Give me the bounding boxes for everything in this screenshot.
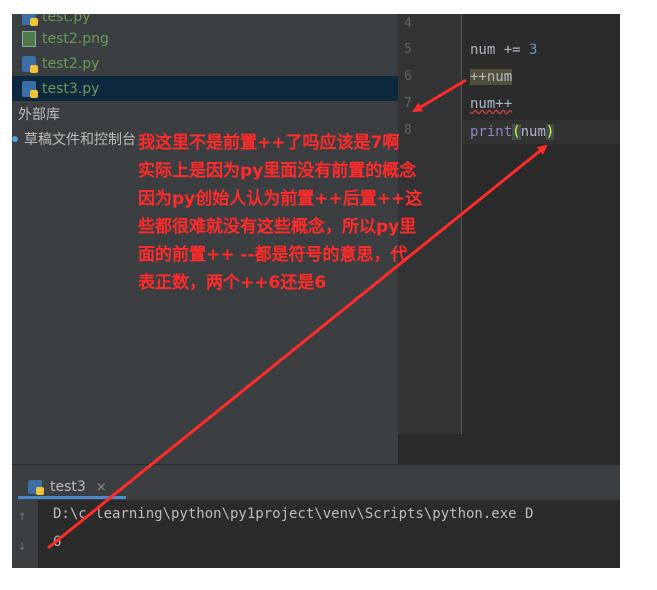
arrow-to-plusplus-line — [412, 78, 467, 113]
annotation-arrows — [47, 78, 548, 550]
arrow-from-output-to-print — [47, 144, 548, 550]
